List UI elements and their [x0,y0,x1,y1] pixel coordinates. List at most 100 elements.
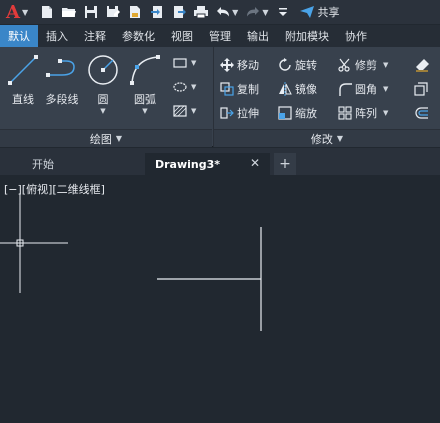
tab-output[interactable]: 输出 [239,25,277,47]
modify-panel-title[interactable]: 修改 ▼ [214,129,440,147]
array-tool-label: 阵列 [355,107,377,120]
scale-tool-button[interactable]: 缩放 [278,103,317,123]
polyline-tool-button[interactable]: 多段线 [44,53,80,107]
rotate-icon [279,58,291,71]
tab-addins[interactable]: 附加模块 [277,25,337,47]
share-icon [300,6,315,18]
tab-default[interactable]: 默认 [0,25,38,47]
tab-view[interactable]: 视图 [163,25,201,47]
explode-icon [414,82,428,96]
doc-tab-drawing3-label: Drawing3* [155,157,221,171]
trim-caret-icon[interactable]: ▼ [383,61,388,69]
explode-tool-button[interactable] [414,79,430,99]
circle-tool-button[interactable]: 圆 ▼ [86,53,120,115]
stretch-icon [220,107,234,119]
hatch-caret-icon[interactable]: ▼ [191,107,196,115]
open-folder-icon[interactable] [58,1,80,23]
polyline-tool-label: 多段线 [45,93,79,106]
close-icon[interactable]: ✕ [250,156,260,170]
redo-icon[interactable] [242,1,264,23]
share-label: 共享 [317,6,340,19]
arc-caret-icon[interactable]: ▼ [142,107,147,115]
modify-panel-caret-icon: ▼ [336,134,344,143]
document-tabs: 开始 Drawing3* ✕ + [0,148,440,175]
modify-panel-title-label: 修改 [310,132,333,146]
tab-parametric[interactable]: 参数化 [114,25,163,47]
fillet-tool-label: 圆角 [355,83,377,96]
circle-caret-icon[interactable]: ▼ [100,107,105,115]
draw-panel: 直线 多段线 圆 ▼ 圆弧 ▼ ▼ ▼ ▼ 绘图 ▼ [0,47,212,147]
mirror-icon [279,82,292,96]
publish-icon[interactable] [124,1,146,23]
scale-icon [278,106,292,120]
ellipse-tool-button[interactable]: ▼ [172,77,196,97]
arc-icon [130,55,160,85]
fillet-caret-icon[interactable]: ▼ [383,85,388,93]
tab-annotate[interactable]: 注释 [76,25,114,47]
print-icon[interactable] [190,1,212,23]
polyline-icon [46,59,75,77]
offset-tool-button[interactable] [414,103,430,123]
trim-tool-button[interactable]: 修剪 ▼ [338,55,388,75]
mirror-tool-button[interactable]: 镜像 [278,79,317,99]
save-as-icon[interactable] [102,1,124,23]
rectangle-icon [173,58,187,68]
move-icon [220,58,234,72]
arc-tool-button[interactable]: 圆弧 ▼ [128,53,162,115]
import-icon[interactable] [146,1,168,23]
hatch-tool-button[interactable]: ▼ [172,101,196,121]
fillet-tool-button[interactable]: 圆角 ▼ [338,79,388,99]
fillet-icon [339,83,352,96]
ellipse-caret-icon[interactable]: ▼ [191,83,196,91]
line-tool-button[interactable]: 直线 [6,53,40,107]
draw-small-tools: ▼ ▼ ▼ [172,53,196,121]
tab-insert[interactable]: 插入 [38,25,76,47]
move-tool-label: 移动 [237,59,259,72]
offset-icon [415,107,428,119]
customize-icon[interactable] [272,1,294,23]
arc-tool-label: 圆弧 [134,93,156,106]
trim-icon [338,58,350,72]
drawing-canvas[interactable]: [−][俯视][二维线框] [0,175,440,423]
erase-tool-button[interactable] [414,55,430,75]
rotate-tool-label: 旋转 [295,59,317,72]
line-tool-label: 直线 [12,93,34,106]
array-caret-icon[interactable]: ▼ [383,109,388,117]
tab-collaborate[interactable]: 协作 [337,25,375,47]
undo-icon[interactable] [212,1,234,23]
new-file-icon[interactable] [36,1,58,23]
undo-caret-icon[interactable]: ▼ [232,8,238,17]
app-menu-caret-icon[interactable]: ▼ [22,8,28,17]
crosshair-cursor [0,193,68,293]
draw-panel-title[interactable]: 绘图 ▼ [0,129,212,147]
circle-tool-label: 圆 [97,93,109,106]
save-icon[interactable] [80,1,102,23]
draw-panel-caret-icon: ▼ [115,134,123,143]
trim-tool-label: 修剪 [355,59,377,72]
rotate-tool-button[interactable]: 旋转 [278,55,317,75]
tab-manage[interactable]: 管理 [201,25,239,47]
modify-panel: 移动 旋转 修剪 ▼ 复制 镜像 圆角 ▼ 拉伸 缩放 阵列 ▼ 修改 ▼ [213,47,440,147]
move-tool-button[interactable]: 移动 [220,55,259,75]
array-tool-button[interactable]: 阵列 ▼ [338,103,388,123]
doc-tab-drawing3[interactable]: Drawing3* ✕ [145,153,270,175]
scale-tool-label: 缩放 [295,107,317,120]
rectangle-tool-button[interactable]: ▼ [172,53,196,73]
line-icon [8,55,38,85]
ribbon-panel: 直线 多段线 圆 ▼ 圆弧 ▼ ▼ ▼ ▼ 绘图 ▼ 移动 旋转 修剪 ▼ 复制… [0,47,440,147]
hatch-icon [173,105,187,117]
rectangle-caret-icon[interactable]: ▼ [191,59,196,67]
array-icon [338,106,352,120]
redo-caret-icon[interactable]: ▼ [262,8,268,17]
ellipse-icon [173,82,187,92]
canvas-geometry [0,193,262,331]
copy-tool-button[interactable]: 复制 [220,79,259,99]
new-tab-button[interactable]: + [274,153,296,175]
draw-panel-title-label: 绘图 [89,132,112,146]
mirror-tool-label: 镜像 [295,83,317,96]
stretch-tool-button[interactable]: 拉伸 [220,103,259,123]
export-icon[interactable] [168,1,190,23]
doc-tab-start[interactable]: 开始 [20,153,140,175]
share-button[interactable]: 共享 [300,4,339,20]
stretch-tool-label: 拉伸 [237,107,259,120]
